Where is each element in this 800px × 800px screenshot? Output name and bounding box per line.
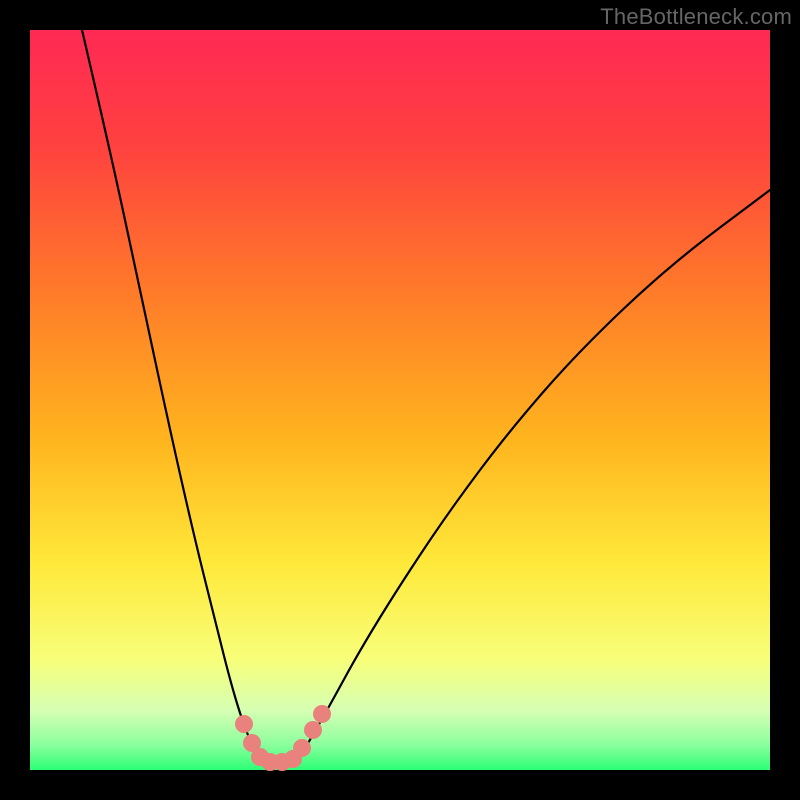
valley-marker [235,715,253,733]
valley-marker [313,705,331,723]
watermark-text: TheBottleneck.com [600,4,792,30]
plot-svg [30,30,770,770]
bottleneck-curve [82,30,770,762]
valley-marker [293,739,311,757]
plot-frame [30,30,770,770]
valley-marker [304,721,322,739]
